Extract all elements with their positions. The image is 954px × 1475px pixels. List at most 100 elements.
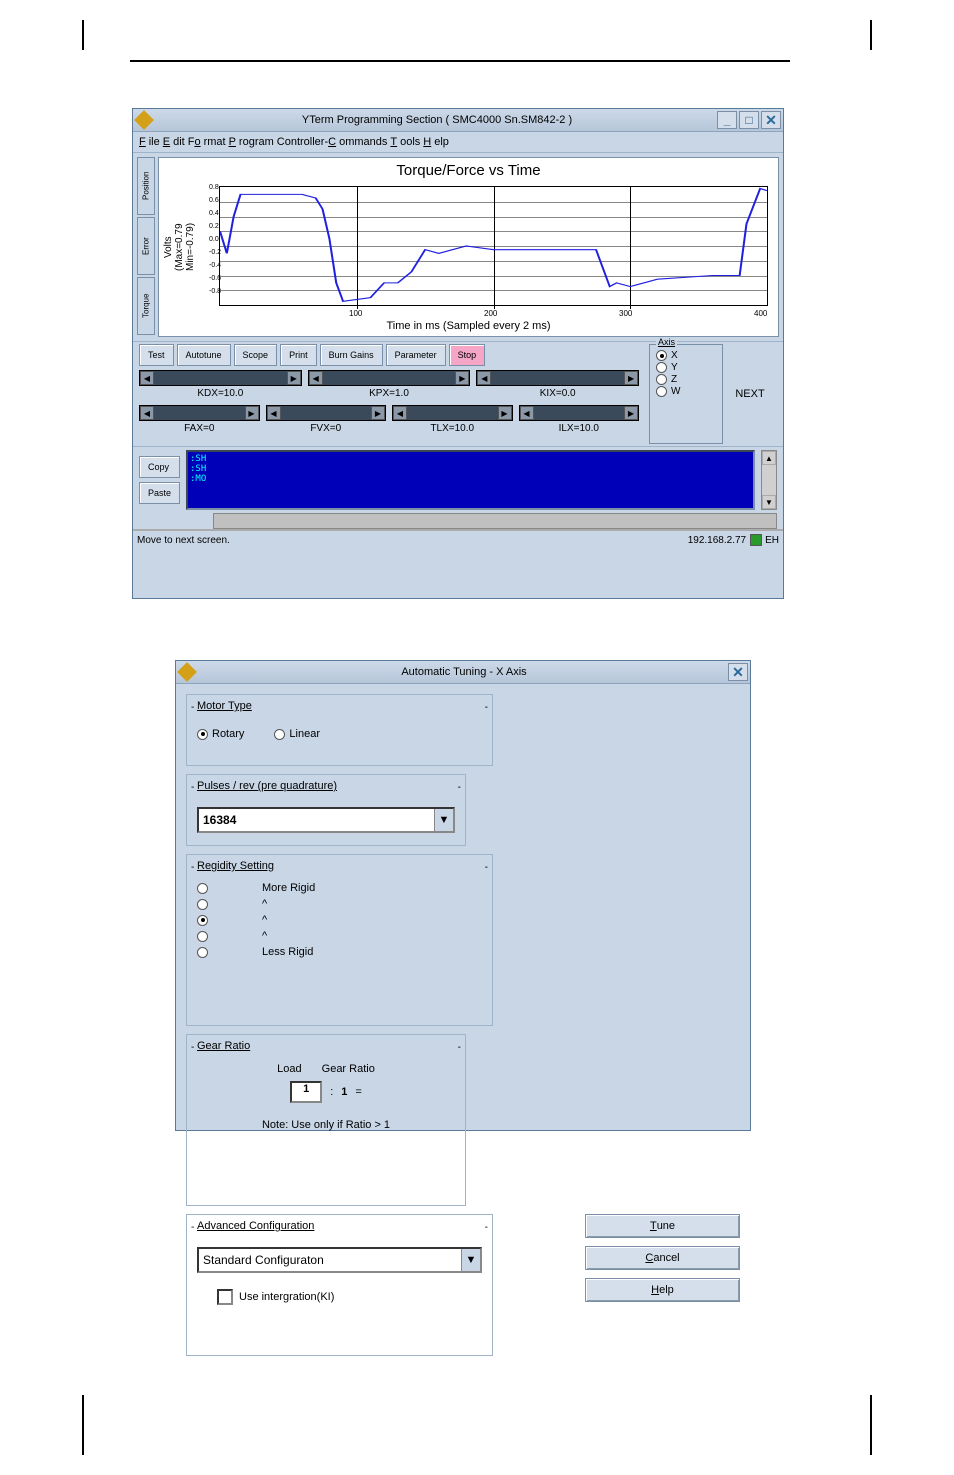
fvx-slider[interactable]: ◀▶ xyxy=(266,405,387,421)
load-header: Load xyxy=(277,1063,301,1075)
rigidity-group: -Regidity Setting- More Rigid ^ ^ ^ Less… xyxy=(186,854,493,1026)
parameter-button[interactable]: Parameter xyxy=(386,344,446,366)
ytick: -0.2 xyxy=(209,249,221,256)
close-button[interactable]: ✕ xyxy=(728,663,748,681)
copy-button[interactable]: Copy xyxy=(139,456,180,478)
xtick: 300 xyxy=(619,309,632,318)
axis-group: Axis X Y Z W xyxy=(649,344,723,444)
app-icon xyxy=(134,110,154,130)
axis-w-radio[interactable]: W xyxy=(656,386,716,397)
plot-area xyxy=(219,186,768,306)
vscrollbar[interactable]: ▲▼ xyxy=(761,450,777,510)
minimize-button[interactable]: _ xyxy=(717,111,737,129)
y-axis-label: Volts(Max=0.79Min=-0.79) xyxy=(163,188,207,306)
scope-button[interactable]: Scope xyxy=(234,344,278,366)
rigidity-1-radio[interactable]: More Rigid xyxy=(197,882,482,894)
menu-controller[interactable]: Controller-Commands xyxy=(277,136,388,148)
linear-radio[interactable]: Linear xyxy=(274,728,320,740)
fvx-label: FVX=0 xyxy=(266,423,387,434)
kdx-slider[interactable]: ◀▶ xyxy=(139,370,302,386)
help-button[interactable]: Help xyxy=(585,1278,740,1302)
close-button[interactable]: ✕ xyxy=(761,111,781,129)
kdx-label: KDX=10.0 xyxy=(139,388,302,399)
ki-checkbox[interactable] xyxy=(217,1289,233,1305)
cancel-button[interactable]: Cancel xyxy=(585,1246,740,1270)
load-value[interactable]: 1 xyxy=(290,1081,322,1103)
rigidity-2-radio[interactable]: ^ xyxy=(197,898,482,910)
status-led-icon xyxy=(750,534,762,546)
burn-gains-button[interactable]: Burn Gains xyxy=(320,344,383,366)
menu-edit[interactable]: Edit xyxy=(163,136,185,148)
xtick: 100 xyxy=(349,309,362,318)
config-input[interactable] xyxy=(199,1249,461,1271)
dropdown-icon[interactable]: ▼ xyxy=(461,1249,480,1271)
console[interactable]: :SH :SH :MO xyxy=(186,450,755,510)
ytick: 0.8 xyxy=(209,184,219,191)
axis-z-radio[interactable]: Z xyxy=(656,374,716,385)
ytick: -0.8 xyxy=(209,288,221,295)
maximize-button[interactable]: □ xyxy=(739,111,759,129)
axis-y-radio[interactable]: Y xyxy=(656,362,716,373)
app-icon xyxy=(177,662,197,682)
kix-label: KIX=0.0 xyxy=(476,388,639,399)
ki-label: Use intergration(KI) xyxy=(239,1291,334,1303)
rigidity-3-radio[interactable]: ^ xyxy=(197,914,482,926)
menu-format[interactable]: Format xyxy=(188,136,226,148)
config-combo[interactable]: ▼ xyxy=(197,1247,482,1273)
ytick: -0.4 xyxy=(209,262,221,269)
tab-torque[interactable]: Torque xyxy=(137,277,155,335)
hscrollbar[interactable] xyxy=(213,513,777,529)
test-button[interactable]: Test xyxy=(139,344,174,366)
tlx-slider[interactable]: ◀▶ xyxy=(392,405,513,421)
kix-slider[interactable]: ◀▶ xyxy=(476,370,639,386)
ilx-slider[interactable]: ◀▶ xyxy=(519,405,640,421)
menu-tools[interactable]: Tools xyxy=(390,136,420,148)
status-ip: 192.168.2.77 xyxy=(688,535,746,546)
tune-button[interactable]: Tune xyxy=(585,1214,740,1238)
menu-file[interactable]: File xyxy=(139,136,160,148)
tab-error[interactable]: Error xyxy=(137,217,155,275)
rigidity-4-radio[interactable]: ^ xyxy=(197,930,482,942)
menubar: File Edit Format Program Controller-Comm… xyxy=(133,132,783,153)
titlebar[interactable]: YTerm Programming Section ( SMC4000 Sn.S… xyxy=(133,109,783,132)
motor-type-group: -Motor Type- Rotary Linear xyxy=(186,694,493,766)
fax-slider[interactable]: ◀▶ xyxy=(139,405,260,421)
ytick: -0.6 xyxy=(209,275,221,282)
ytick: 0.2 xyxy=(209,223,219,230)
x-axis-label: Time in ms (Sampled every 2 ms) xyxy=(159,320,778,332)
status-led-label: EH xyxy=(765,535,779,546)
stop-button[interactable]: Stop xyxy=(449,344,486,366)
tab-position[interactable]: Position xyxy=(137,157,155,215)
autotune-button[interactable]: Autotune xyxy=(177,344,231,366)
dropdown-icon[interactable]: ▼ xyxy=(434,809,453,831)
kpx-slider[interactable]: ◀▶ xyxy=(308,370,471,386)
fax-label: FAX=0 xyxy=(139,423,260,434)
ytick: 0.6 xyxy=(209,197,219,204)
axis-x-radio[interactable]: X xyxy=(656,350,716,361)
menu-program[interactable]: Program xyxy=(229,136,274,148)
pulses-input[interactable] xyxy=(199,809,434,831)
page-border xyxy=(870,1395,872,1455)
xtick: 400 xyxy=(754,309,767,318)
axis-label: Axis xyxy=(656,337,677,347)
titlebar[interactable]: Automatic Tuning - X Axis ✕ xyxy=(176,661,750,684)
pulses-group: -Pulses / rev (pre quadrature)- ▼ xyxy=(186,774,466,846)
waveform xyxy=(220,187,767,305)
status-text: Move to next screen. xyxy=(137,535,230,546)
gear-ratio-group: -Gear Ratio- Load Gear Ratio 1 : 1 = Not… xyxy=(186,1034,466,1206)
next-button[interactable]: NEXT xyxy=(723,344,777,444)
menu-help[interactable]: Help xyxy=(423,136,449,148)
window-title: YTerm Programming Section ( SMC4000 Sn.S… xyxy=(157,114,717,126)
print-button[interactable]: Print xyxy=(280,344,317,366)
rigidity-5-radio[interactable]: Less Rigid xyxy=(197,946,482,958)
advanced-group: -Advanced Configuration- ▼ Use intergrat… xyxy=(186,1214,493,1356)
rotary-radio[interactable]: Rotary xyxy=(197,728,244,740)
page-border xyxy=(870,20,872,50)
gear-note: Note: Use only if Ratio > 1 xyxy=(197,1119,455,1131)
ytick: 0.4 xyxy=(209,210,219,217)
divider xyxy=(130,60,790,62)
ratio-value: 1 xyxy=(341,1086,347,1098)
xtick: 200 xyxy=(484,309,497,318)
paste-button[interactable]: Paste xyxy=(139,482,180,504)
pulses-combo[interactable]: ▼ xyxy=(197,807,455,833)
